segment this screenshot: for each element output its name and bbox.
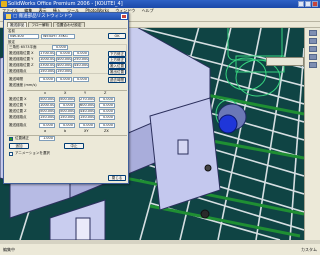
row-a-field[interactable]: 250.000 xyxy=(73,57,89,62)
row-a-label: 搬送経路位置 X xyxy=(9,51,34,55)
row-c-label: 搬送位置 Y xyxy=(9,103,27,107)
row-c-field[interactable]: 440.000 xyxy=(79,109,95,114)
animation-label: アニメーションを選択 xyxy=(15,151,50,155)
menu-item[interactable]: ヘルプ xyxy=(142,8,154,13)
close-dialog-button[interactable]: 閉じる xyxy=(108,175,126,181)
row-c-field[interactable]: 1000.000 xyxy=(39,103,55,108)
row-a-field[interactable]: 400.000 xyxy=(56,63,72,68)
row-d-label: 搬送経路点 xyxy=(9,123,27,127)
status-right: カスタム xyxy=(301,247,317,252)
header-label: 三角形 6573平面 xyxy=(9,45,37,49)
view-toolbar[interactable] xyxy=(266,57,304,66)
col-header-2: ZX xyxy=(104,129,109,133)
row-b-field[interactable]: 0.000 xyxy=(73,77,89,82)
app-icon xyxy=(1,1,7,7)
row-a-button[interactable]: 搬出位置 xyxy=(108,69,126,75)
row-c-label: 搬送位置 Z xyxy=(9,109,27,113)
divider xyxy=(7,90,127,91)
header-value[interactable]: 0.000 xyxy=(52,45,68,50)
row-d-field[interactable]: 0.000 xyxy=(59,123,75,128)
dialog-close-icon[interactable] xyxy=(121,14,127,19)
name-field-2[interactable]: WEIGHT 35KG xyxy=(41,34,75,39)
dialog-icon xyxy=(6,14,11,19)
row-a-field[interactable]: 3300.000 xyxy=(39,63,55,68)
ok-button[interactable]: OK xyxy=(108,33,126,39)
task-pane xyxy=(304,28,320,240)
dialog-tabs: 搬送部品 フロー解析 位置合わせ設定 xyxy=(7,22,86,27)
row-c-field[interactable]: 500.000 xyxy=(59,109,75,114)
row-c-field[interactable]: 500.000 xyxy=(59,97,75,102)
row-b-field[interactable]: 0.000 xyxy=(56,77,72,82)
position-correct-label: 位置補正 xyxy=(15,136,29,140)
col-header: Z xyxy=(104,91,107,95)
divider xyxy=(7,28,127,29)
row-c-label: 搬送経路点 xyxy=(9,115,27,119)
task-pane-icon[interactable] xyxy=(308,30,317,36)
status-bar: 編集中 カスタム xyxy=(0,244,320,255)
task-pane-icon[interactable] xyxy=(308,62,317,68)
row-b-label: 搬送時間 xyxy=(9,77,23,81)
task-pane-icon[interactable] xyxy=(308,46,317,52)
tab-parts[interactable]: 搬送部品 xyxy=(7,22,28,27)
row-c-field[interactable]: 0.000 xyxy=(99,109,115,114)
maximize-button[interactable] xyxy=(305,1,311,7)
row-c-field[interactable]: 0.000 xyxy=(99,103,115,108)
app-title: SolidWorks Office Premium 2006 - [KOUTEI… xyxy=(8,1,123,7)
row-c-field[interactable]: 500.000 xyxy=(39,109,55,114)
row-c-field[interactable]: 150.000 xyxy=(39,115,55,120)
close-button[interactable] xyxy=(312,1,318,7)
row-a-field[interactable]: 1700.000 xyxy=(39,51,55,56)
row-b2-label: 搬送速度 (mm/s) xyxy=(9,83,37,87)
row-c-field[interactable]: 150.000 xyxy=(79,115,95,120)
row-a-field[interactable]: 1000.000 xyxy=(39,57,55,62)
row-c-field[interactable]: 150.000 xyxy=(59,115,75,120)
row-c-label: 搬送位置 X xyxy=(9,97,27,101)
dialog-title: □ 搬送部品リストウィンドウ xyxy=(13,14,73,19)
row-d-field[interactable]: 0.000 xyxy=(39,123,55,128)
position-correct-value[interactable]: 1.000 xyxy=(39,136,55,141)
col-header: X xyxy=(64,91,67,95)
row-c-field[interactable]: 500.000 xyxy=(39,97,55,102)
row-c-field[interactable]: 0.000 xyxy=(99,97,115,102)
app-titlebar: SolidWorks Office Premium 2006 - [KOUTEI… xyxy=(0,0,320,8)
row-d-field[interactable]: 0.000 xyxy=(79,123,95,128)
row-c-field[interactable]: 600.000 xyxy=(79,103,95,108)
tab-position[interactable]: 位置合わせ設定 xyxy=(53,22,85,27)
col-header: Y xyxy=(84,91,87,95)
name-field[interactable]: NW-400 xyxy=(8,34,39,39)
row-c-field[interactable]: 0.000 xyxy=(59,103,75,108)
row-a-field[interactable]: 440.000 xyxy=(73,63,89,68)
row-a-field[interactable]: 0.000 xyxy=(56,51,72,56)
animation-checkbox[interactable] xyxy=(9,152,13,156)
minimize-button[interactable] xyxy=(298,1,304,7)
row-b-field[interactable]: 0.000 xyxy=(39,77,55,82)
col-header-2: b xyxy=(64,129,67,133)
col-header-2: XY xyxy=(84,129,89,133)
add-button[interactable]: 追加 xyxy=(9,143,29,149)
task-pane-icon[interactable] xyxy=(308,54,317,60)
row-a-field[interactable]: 400.000 xyxy=(56,57,72,62)
row-b-button[interactable]: 過去時間 xyxy=(108,77,126,83)
row-a-field[interactable]: 150.000 xyxy=(56,69,72,74)
row-a-field[interactable]: 150.000 xyxy=(39,69,55,74)
position-correct-checkbox[interactable] xyxy=(9,137,13,141)
row-a-field[interactable]: 0.000 xyxy=(73,51,89,56)
row-d-field[interactable]: 0.000 xyxy=(99,123,115,128)
row-c-field[interactable]: 0.000 xyxy=(99,115,115,120)
row-c-field[interactable]: 270.000 xyxy=(79,97,95,102)
row-a-label: 搬送経路点 xyxy=(9,69,27,73)
transport-parts-dialog: □ 搬送部品リストウィンドウ 搬送部品 フロー解析 位置合わせ設定 名前 NW-40… xyxy=(3,12,129,184)
col-header: x xyxy=(44,91,47,95)
dialog-titlebar: □ 搬送部品リストウィンドウ xyxy=(4,13,128,20)
row-a-label: 搬送経路位置 Y xyxy=(9,57,34,61)
task-pane-icon[interactable] xyxy=(308,38,317,44)
stop-button[interactable]: 中止 xyxy=(64,143,84,149)
tab-flow[interactable]: フロー解析 xyxy=(28,22,53,27)
col-header-2: a xyxy=(44,129,47,133)
screen: SolidWorks Office Premium 2006 - [KOUTEI… xyxy=(0,0,320,255)
status-left: 編集中 xyxy=(3,247,15,252)
row-a-label: 搬送経路位置 Z xyxy=(9,63,34,67)
